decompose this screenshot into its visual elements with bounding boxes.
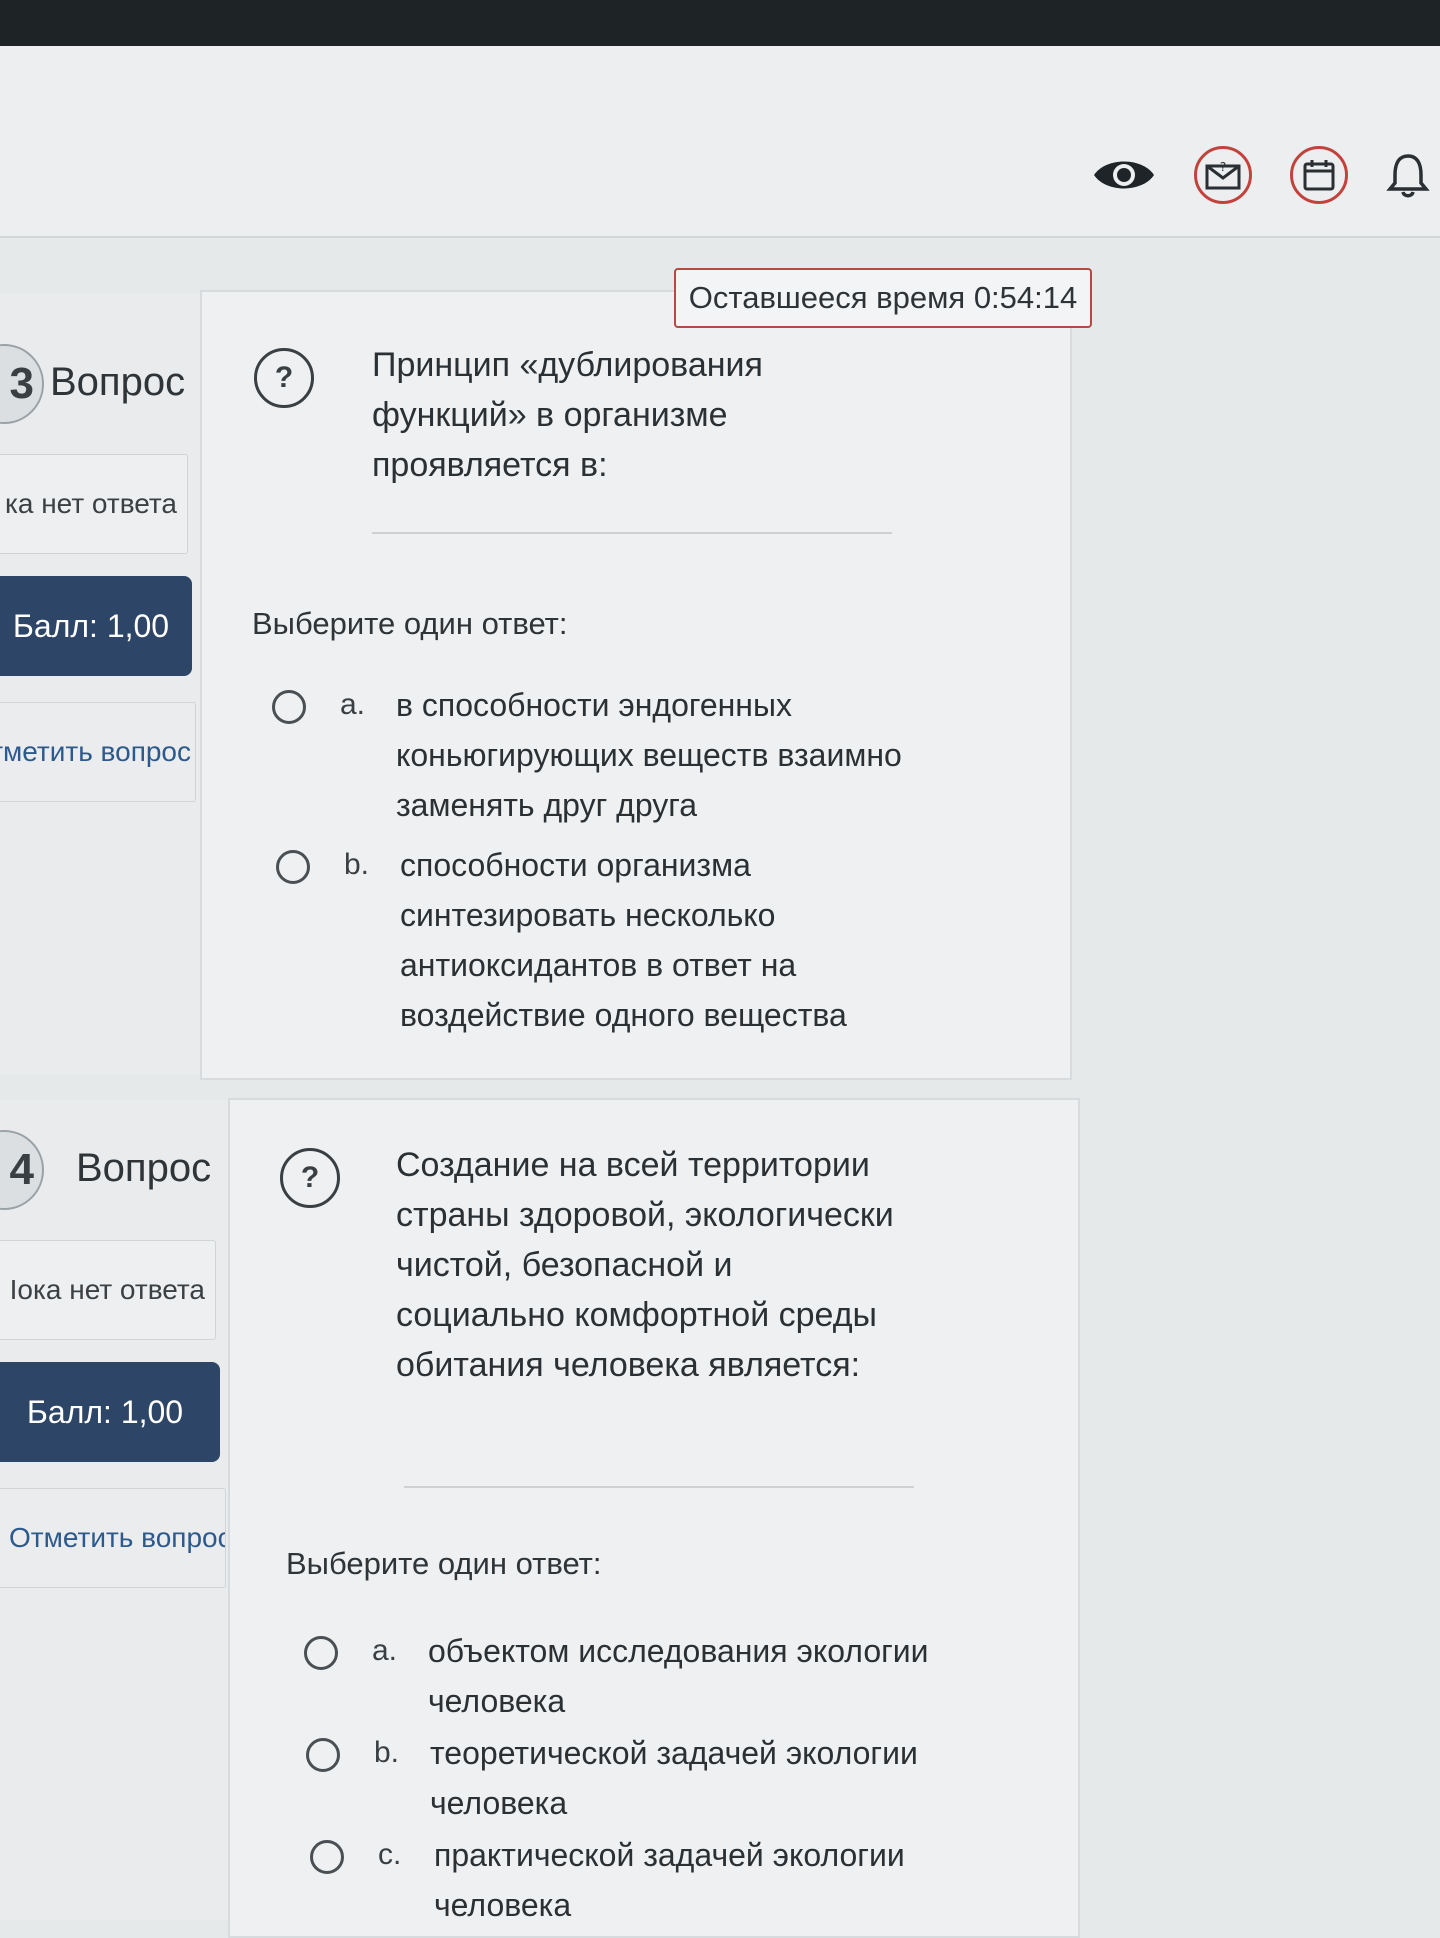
mail-question-icon[interactable]: ? bbox=[1194, 146, 1252, 204]
radio-button[interactable] bbox=[306, 1738, 340, 1772]
question-number-badge: 4 bbox=[0, 1130, 44, 1210]
answer-text[interactable]: практической задачей экологии человека bbox=[434, 1830, 974, 1930]
answer-option[interactable]: a. объектом исследования экологии челове… bbox=[304, 1626, 968, 1726]
answer-option[interactable]: c. практической задачей экологии человек… bbox=[310, 1830, 974, 1930]
svg-text:?: ? bbox=[1220, 160, 1226, 174]
question-text-divider bbox=[404, 1486, 914, 1488]
question-help-icon[interactable]: ? bbox=[254, 348, 314, 408]
radio-button[interactable] bbox=[304, 1636, 338, 1670]
radio-button[interactable] bbox=[276, 850, 310, 884]
answer-text[interactable]: в способности эндогенных коньюгирующих в… bbox=[396, 680, 916, 830]
answer-state: Іока нет ответа bbox=[0, 1240, 216, 1340]
question-info: 3 Вопрос ка нет ответа Балл: 1,00 тметит… bbox=[0, 344, 220, 804]
answer-text[interactable]: объектом исследования экологии человека bbox=[428, 1626, 968, 1726]
time-remaining: Оставшееся время 0:54:14 bbox=[674, 268, 1092, 328]
flag-question-button[interactable]: тметить вопрос bbox=[0, 702, 196, 802]
answer-prompt: Выберите один ответ: bbox=[286, 1546, 602, 1581]
question-text: Принцип «дублирования функций» в организ… bbox=[372, 346, 763, 484]
answer-option[interactable]: a. в способности эндогенных коньюгирующи… bbox=[272, 680, 916, 830]
answer-state: ка нет ответа bbox=[0, 454, 188, 554]
navbar-icons: ? bbox=[1092, 146, 1430, 204]
grade-badge: Балл: 1,00 bbox=[0, 1362, 220, 1462]
grade-badge: Балл: 1,00 bbox=[0, 576, 192, 676]
eye-icon[interactable] bbox=[1092, 153, 1156, 197]
question-help-icon[interactable]: ? bbox=[280, 1148, 340, 1208]
answer-letter: b. bbox=[344, 848, 370, 881]
answer-option[interactable]: b. способности организма синтезировать н… bbox=[276, 840, 900, 1040]
answer-text[interactable]: теоретической задачей экологии человека bbox=[430, 1728, 970, 1828]
question-text-divider bbox=[372, 532, 892, 534]
question-text: Создание на всей территории страны здоро… bbox=[396, 1146, 894, 1384]
answer-text[interactable]: способности организма синтезировать неск… bbox=[400, 840, 900, 1040]
top-navbar: ? bbox=[0, 46, 1440, 238]
question-info: 4 Вопрос Іока нет ответа Балл: 1,00 Отме… bbox=[0, 1130, 226, 1610]
bell-icon[interactable] bbox=[1386, 151, 1430, 199]
answer-prompt: Выберите один ответ: bbox=[252, 606, 568, 641]
question-label: Вопрос bbox=[76, 1146, 212, 1190]
calendar-icon[interactable] bbox=[1290, 146, 1348, 204]
question-label: Вопрос bbox=[50, 360, 186, 404]
answer-letter: a. bbox=[372, 1634, 398, 1667]
answer-letter: c. bbox=[378, 1838, 402, 1871]
answer-letter: b. bbox=[374, 1736, 400, 1769]
flag-question-button[interactable]: Отметить вопрос bbox=[0, 1488, 226, 1588]
answer-letter: a. bbox=[340, 688, 366, 721]
answer-option[interactable]: b. теоретической задачей экологии челове… bbox=[306, 1728, 970, 1828]
radio-button[interactable] bbox=[272, 690, 306, 724]
screen-top-bezel bbox=[0, 0, 1440, 46]
radio-button[interactable] bbox=[310, 1840, 344, 1874]
quiz-page: 3 Вопрос ка нет ответа Балл: 1,00 тметит… bbox=[0, 240, 1440, 1938]
question-number-badge: 3 bbox=[0, 344, 44, 424]
